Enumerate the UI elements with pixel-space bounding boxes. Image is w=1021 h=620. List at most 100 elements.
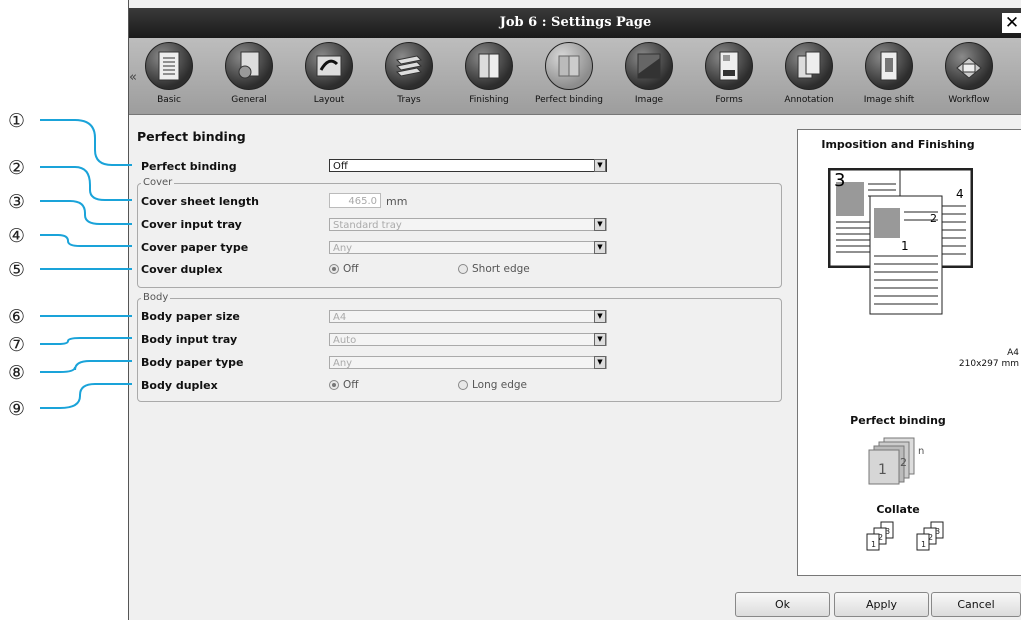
cover-duplex-label: Cover duplex [141,263,223,276]
chevron-down-icon[interactable]: ▼ [594,218,606,231]
perfect-binding-select[interactable]: Off ▼ [329,159,607,172]
imposition-preview: Imposition and Finishing 3 4 2 1 A4 210x… [797,129,1021,576]
tab-label: Annotation [784,95,834,105]
tab-layout[interactable]: Layout [289,42,369,105]
tab-label: Finishing [469,95,509,105]
tab-forms[interactable]: Forms [689,42,769,105]
chevron-down-icon[interactable]: ▼ [594,310,606,323]
tab-perfect-binding[interactable]: Perfect binding [529,42,609,105]
body-paper-size-label: Body paper size [141,310,240,323]
radio-label: Off [343,379,359,391]
cover-sheet-length-input[interactable]: 465.0 [329,193,381,208]
tab-image[interactable]: Image [609,42,689,105]
annotation-icon [785,42,833,90]
body-paper-size-select[interactable]: A4 ▼ [329,310,607,323]
body-duplex-long-edge-radio[interactable]: Long edge [458,379,527,391]
body-input-tray-label: Body input tray [141,333,238,346]
title-bar: Job 6 : Settings Page ✕ [129,8,1021,38]
tab-label: General [231,95,267,105]
radio-selected-icon [329,380,339,390]
tab-label: Perfect binding [535,95,603,105]
workflow-icon [945,42,993,90]
paper-name: A4 [1007,348,1019,358]
perfect-binding-label: Perfect binding [141,160,237,173]
callout-5: ⑤ [8,259,25,281]
layout-icon [305,42,353,90]
settings-window: Job 6 : Settings Page ✕ « Basic General … [128,0,1021,620]
tab-basic[interactable]: Basic [129,42,209,105]
cover-paper-type-value: Any [333,243,353,254]
tab-annotation[interactable]: Annotation [769,42,849,105]
chevron-down-icon[interactable]: ▼ [594,241,606,254]
chevron-down-icon[interactable]: ▼ [594,356,606,369]
page-number-3: 3 [834,170,845,191]
radio-unselected-icon [458,264,468,274]
collate-number-2: 2 [928,533,933,542]
binding-number-1: 1 [878,462,887,478]
callout-7: ⑦ [8,334,25,356]
basic-icon [145,42,193,90]
body-paper-size-value: A4 [333,312,347,323]
tab-label: Trays [397,95,421,105]
body-duplex-off-radio[interactable]: Off [329,379,359,391]
apply-button[interactable]: Apply [834,592,929,617]
cover-sheet-length-unit: mm [386,195,408,208]
collate-number-1: 1 [871,540,876,549]
cover-duplex-short-edge-radio[interactable]: Short edge [458,263,530,275]
perfect-binding-diagram: 1 2 n [868,437,924,485]
callout-8: ⑧ [8,362,25,384]
radio-unselected-icon [458,380,468,390]
tab-label: Forms [715,95,743,105]
settings-toolbar: « Basic General Layout Trays Finishing P… [129,38,1021,115]
page-number-4: 4 [956,187,964,201]
cover-input-tray-label: Cover input tray [141,218,242,231]
binding-number-2: 2 [900,456,907,469]
radio-selected-icon [329,264,339,274]
body-paper-type-select[interactable]: Any ▼ [329,356,607,369]
collate-number-3: 3 [935,527,940,536]
tab-image-shift[interactable]: Image shift [849,42,929,105]
preview-title: Imposition and Finishing [821,138,975,151]
callout-3: ③ [8,191,25,213]
cover-input-tray-value: Standard tray [333,220,402,231]
body-input-tray-value: Auto [333,335,357,346]
body-legend: Body [141,292,171,303]
radio-label: Short edge [472,263,530,275]
cover-paper-type-label: Cover paper type [141,241,249,254]
page-title: Perfect binding [137,129,246,144]
tab-label: Image [634,95,664,105]
tab-general[interactable]: General [209,42,289,105]
paper-size-info: A4 210x297 mm [959,348,1019,370]
cover-paper-type-select[interactable]: Any ▼ [329,241,607,254]
cover-input-tray-select[interactable]: Standard tray ▼ [329,218,607,231]
page-number-2: 2 [930,212,937,225]
tab-finishing[interactable]: Finishing [449,42,529,105]
perfect-binding-value: Off [333,161,348,172]
callout-2: ② [8,157,25,179]
cover-sheet-length-label: Cover sheet length [141,195,259,208]
cover-duplex-off-radio[interactable]: Off [329,263,359,275]
chevron-down-icon[interactable]: ▼ [594,159,606,172]
tab-label: Layout [313,95,345,105]
tab-trays[interactable]: Trays [369,42,449,105]
imposition-diagram: 3 4 2 1 [828,168,973,315]
tab-workflow[interactable]: Workflow [929,42,1009,105]
cover-legend: Cover [141,177,175,188]
image-icon [625,42,673,90]
page-number-1: 1 [901,239,909,253]
body-input-tray-select[interactable]: Auto ▼ [329,333,607,346]
general-icon [225,42,273,90]
collate-title: Collate [876,503,920,516]
radio-label: Long edge [472,379,527,391]
close-icon[interactable]: ✕ [1002,13,1021,33]
ok-button[interactable]: Ok [735,592,830,617]
tab-label: Image shift [863,95,915,105]
chevron-down-icon[interactable]: ▼ [594,333,606,346]
tab-label: Basic [157,95,181,105]
binding-title: Perfect binding [850,414,946,427]
radio-label: Off [343,263,359,275]
collate-number-3: 3 [885,527,890,536]
callout-4: ④ [8,225,25,247]
cancel-button[interactable]: Cancel [931,592,1021,617]
binding-number-n: n [918,446,924,457]
